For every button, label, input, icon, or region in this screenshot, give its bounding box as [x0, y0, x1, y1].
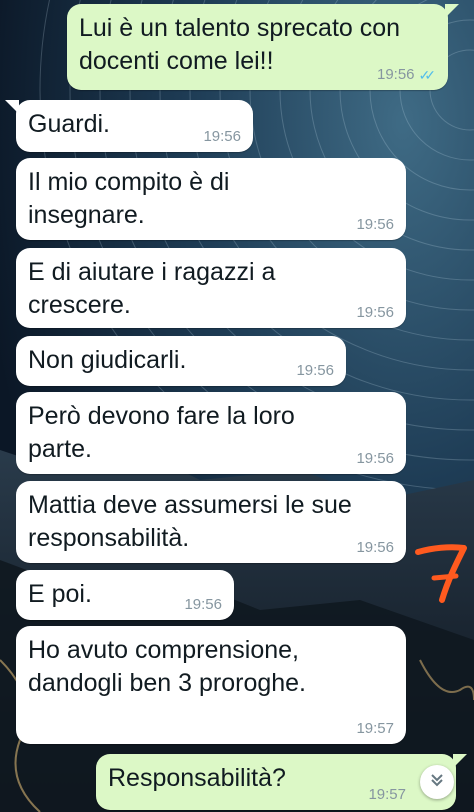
- message-text: Mattia deve assumersi le sue responsabil…: [28, 491, 352, 552]
- outgoing-message[interactable]: Responsabilità? 19:57: [96, 754, 467, 810]
- outgoing-message[interactable]: Lui è un talento sprecato con docenti co…: [67, 4, 459, 90]
- incoming-message[interactable]: Ho avuto comprensione, dandogli ben 3 pr…: [16, 626, 406, 744]
- incoming-message[interactable]: Guardi. 19:56: [5, 100, 253, 152]
- message-text: Il mio compito è di insegnare.: [28, 168, 230, 229]
- message-text: Non giudicarli.: [28, 346, 187, 374]
- message-meta: 19:57: [368, 786, 406, 804]
- scroll-to-bottom-button[interactable]: [420, 765, 454, 799]
- message-meta: 19:56: [184, 596, 222, 614]
- handwritten-annotation-seven: [412, 540, 472, 610]
- incoming-message[interactable]: Non giudicarli. 19:56: [16, 336, 346, 386]
- incoming-message[interactable]: Il mio compito è di insegnare. 19:56: [16, 158, 406, 240]
- message-time: 19:56: [356, 539, 394, 556]
- message-time: 19:56: [356, 216, 394, 233]
- message-text: Però devono fare la loro parte.: [28, 402, 295, 463]
- message-time: 19:56: [356, 450, 394, 467]
- message-meta: 19:56 ✓✓: [377, 66, 436, 84]
- double-chevron-down-icon: [428, 771, 446, 794]
- message-meta: 19:56: [356, 450, 394, 468]
- message-meta: 19:56: [296, 362, 334, 380]
- message-meta: 19:57: [356, 720, 394, 738]
- message-meta: 19:56: [356, 304, 394, 322]
- message-time: 19:57: [368, 786, 406, 803]
- message-text: E di aiutare i ragazzi a crescere.: [28, 258, 276, 319]
- message-time: 19:56: [356, 304, 394, 321]
- message-time: 19:56: [203, 128, 241, 145]
- message-text: Ho avuto comprensione, dandogli ben 3 pr…: [28, 636, 307, 697]
- message-meta: 19:56: [356, 216, 394, 234]
- message-meta: 19:56: [203, 128, 241, 146]
- incoming-message[interactable]: Mattia deve assumersi le sue responsabil…: [16, 481, 406, 563]
- incoming-message[interactable]: Però devono fare la loro parte. 19:56: [16, 392, 406, 474]
- message-meta: 19:56: [356, 539, 394, 557]
- incoming-message[interactable]: E di aiutare i ragazzi a crescere. 19:56: [16, 248, 406, 328]
- message-time: 19:57: [356, 720, 394, 737]
- incoming-message[interactable]: E poi. 19:56: [16, 570, 234, 620]
- message-time: 19:56: [376, 66, 415, 83]
- message-time: 19:56: [296, 362, 334, 379]
- message-time: 19:56: [184, 596, 222, 613]
- double-check-icon: ✓✓: [418, 67, 437, 83]
